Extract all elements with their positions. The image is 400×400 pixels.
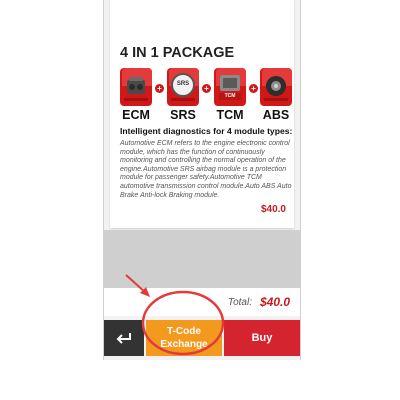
empty-list-area bbox=[104, 230, 300, 288]
package-subtitle: Intelligent diagnostics for 4 module typ… bbox=[120, 126, 293, 136]
srs-badge: SRS bbox=[176, 81, 190, 87]
plus-icon: + bbox=[155, 84, 164, 93]
module-label-tcm: TCM bbox=[216, 108, 244, 122]
package-description: Automotive ECM refers to the engine elec… bbox=[120, 140, 292, 199]
plus-icon: + bbox=[249, 84, 258, 93]
tcode-label-line2: Exchange bbox=[160, 339, 208, 350]
package-card[interactable]: 4 IN 1 PACKAGE ECM + SRS SRS + TCM TCM +… bbox=[110, 0, 294, 228]
module-ecm: ECM bbox=[118, 68, 154, 124]
tcode-exchange-button[interactable]: T-Code Exchange bbox=[146, 320, 222, 356]
back-button[interactable] bbox=[104, 320, 144, 356]
module-label-abs: ABS bbox=[262, 108, 290, 122]
total-row: Total: $40.0 bbox=[104, 288, 300, 316]
abs-module-icon bbox=[260, 68, 292, 106]
ecm-module-icon bbox=[120, 68, 152, 106]
package-title: 4 IN 1 PACKAGE bbox=[120, 45, 235, 61]
module-tcm: TCM TCM bbox=[212, 68, 248, 124]
tcm-badge: TCM bbox=[224, 93, 236, 99]
module-srs: SRS SRS bbox=[165, 68, 201, 124]
tcm-module-icon: TCM bbox=[214, 68, 246, 106]
total-label: Total: bbox=[227, 297, 252, 308]
plus-icon: + bbox=[202, 84, 211, 93]
total-value: $40.0 bbox=[259, 295, 290, 309]
srs-module-icon: SRS bbox=[167, 68, 199, 106]
return-arrow-icon bbox=[116, 333, 131, 344]
module-label-srs: SRS bbox=[170, 108, 196, 122]
buy-button[interactable]: Buy bbox=[224, 320, 300, 356]
module-label-ecm: ECM bbox=[122, 108, 150, 122]
tcode-label-line1: T-Code bbox=[167, 326, 201, 337]
package-price: $40.0 bbox=[260, 204, 286, 215]
module-abs: ABS bbox=[258, 68, 294, 124]
app-screen: 4 IN 1 PACKAGE ECM + SRS SRS + TCM TCM +… bbox=[103, 0, 301, 360]
